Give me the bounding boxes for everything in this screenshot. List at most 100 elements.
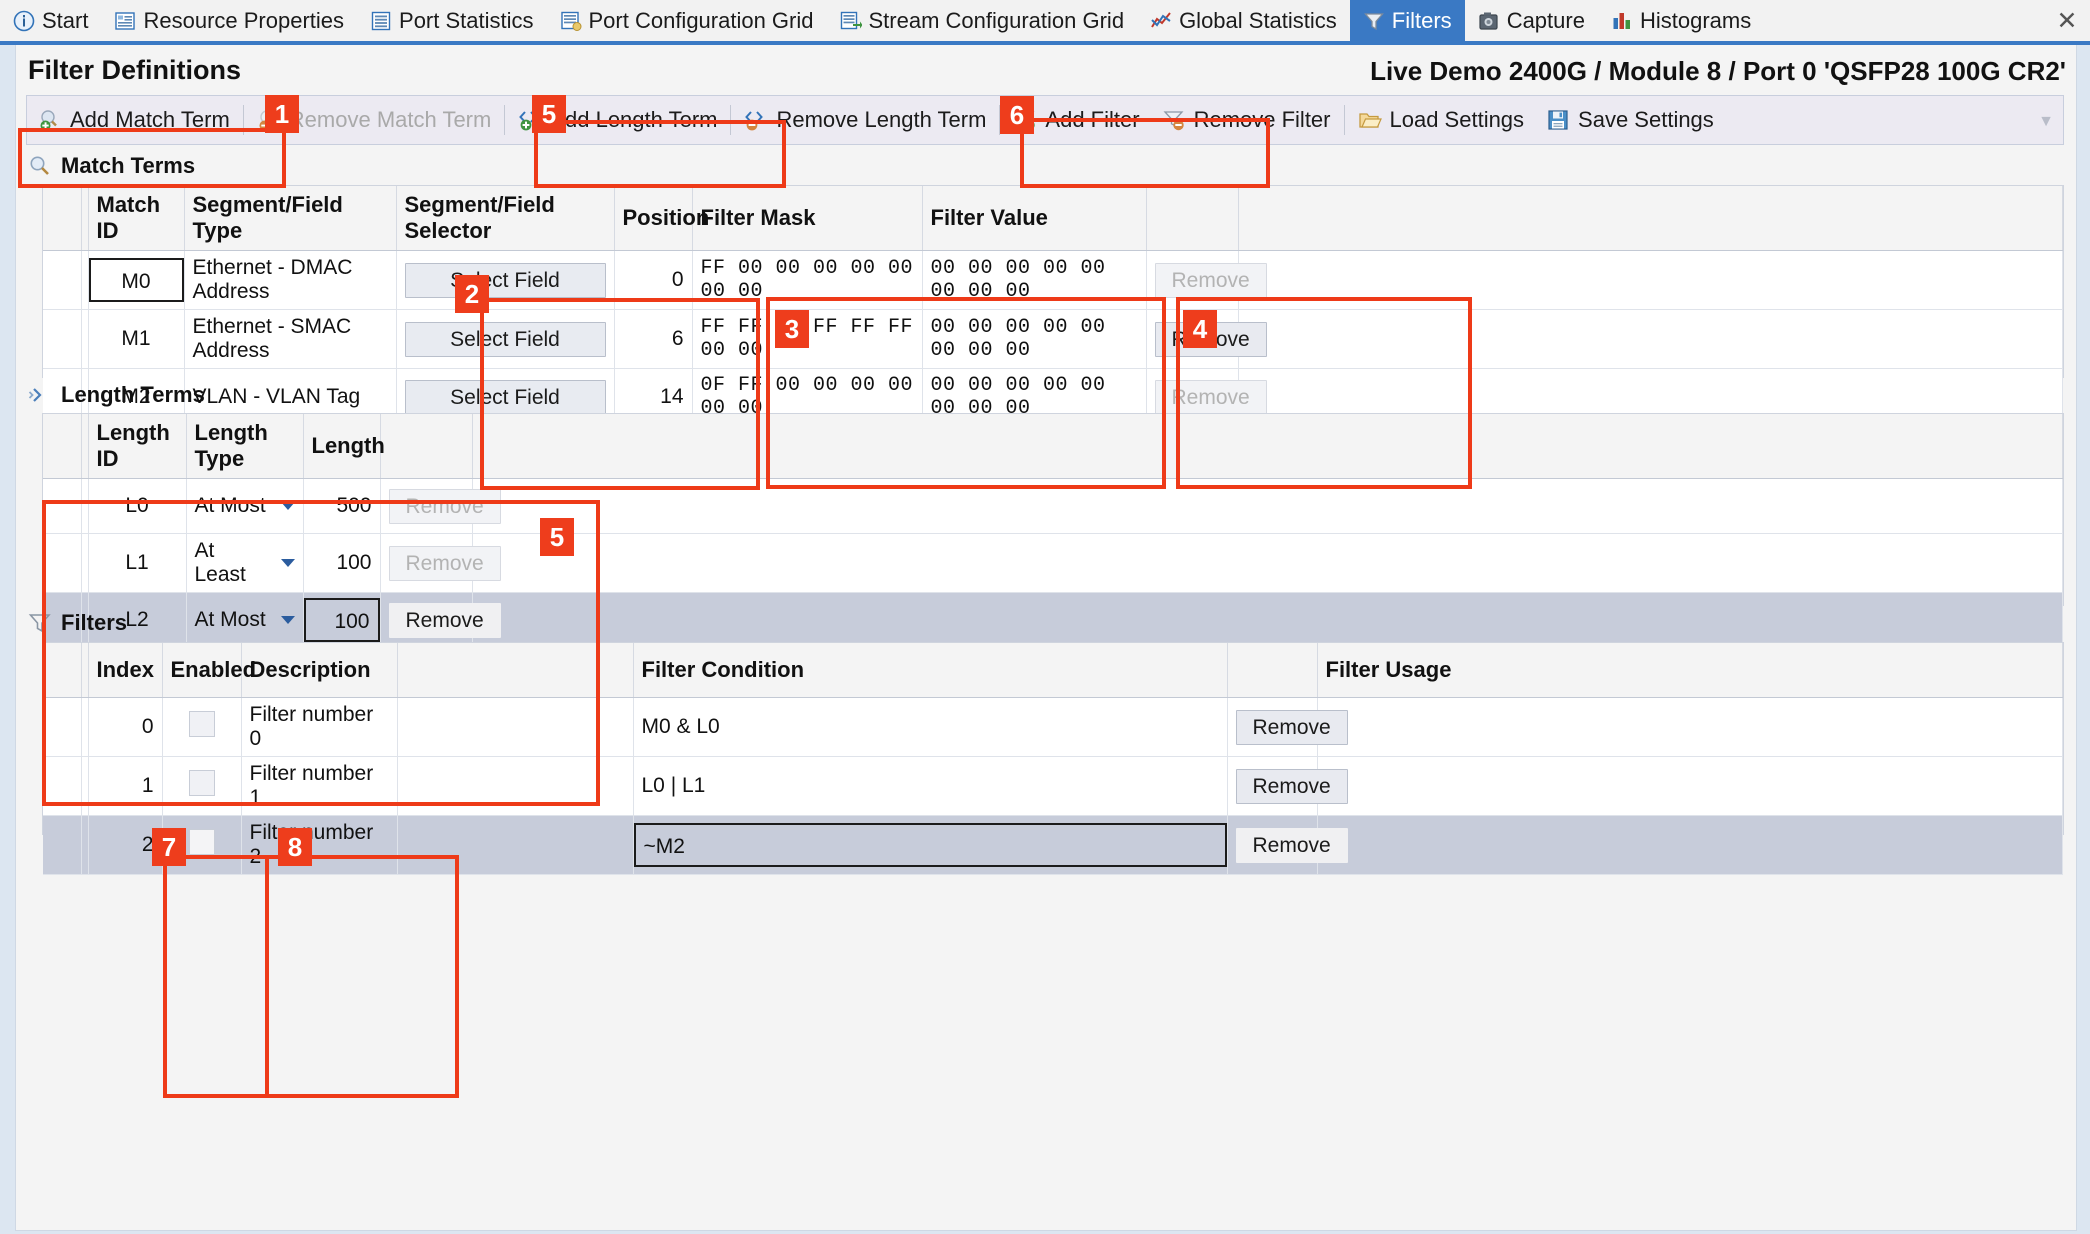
remove-match-term-button[interactable]: Remove Match Term (246, 97, 503, 143)
col-length-type[interactable]: Length Type (186, 414, 304, 479)
filter-mask-cell[interactable]: FF 00 00 00 00 00 00 00 (692, 250, 923, 310)
match-id-cell[interactable]: M1 (88, 309, 185, 369)
remove-cell[interactable]: Remove (380, 533, 501, 593)
col-filter-mask[interactable]: Filter Mask (692, 186, 923, 251)
remove-cell[interactable]: Remove (1146, 309, 1267, 369)
col-filter-usage[interactable]: Filter Usage (1317, 643, 2063, 698)
tab-global-statistics[interactable]: Global Statistics (1137, 0, 1350, 41)
remove-length-term-button[interactable]: Remove Length Term (733, 97, 997, 143)
col-length-id[interactable]: Length ID (88, 414, 187, 479)
description-cell[interactable]: Filter number 2 (241, 815, 398, 875)
enabled-checkbox[interactable] (188, 829, 215, 855)
enabled-checkbox[interactable] (188, 711, 215, 737)
col-filter-value[interactable]: Filter Value (922, 186, 1147, 251)
table-row[interactable]: 0 Filter number 0 M0 & L0 Remove (43, 697, 2063, 757)
description-cell[interactable]: Filter number 0 (241, 697, 398, 757)
remove-filter-row-button[interactable]: Remove (1235, 768, 1348, 804)
length-cell[interactable]: 500 (303, 478, 381, 534)
select-field-cell[interactable]: Select Field (396, 250, 615, 310)
tab-stream-configuration-grid[interactable]: Stream Configuration Grid (827, 0, 1138, 41)
remove-cell[interactable]: Remove (1227, 697, 1348, 757)
col-enabled[interactable]: Enabled (162, 643, 256, 698)
add-length-term-button[interactable]: Add Length Term (507, 97, 728, 143)
index-cell[interactable]: 0 (88, 697, 163, 757)
length-id-cell[interactable]: L0 (88, 478, 187, 534)
save-settings-button[interactable]: Save Settings (1535, 97, 1725, 143)
tab-port-statistics[interactable]: Port Statistics (357, 0, 546, 41)
enabled-cell[interactable] (162, 756, 242, 816)
row-selector[interactable] (43, 478, 82, 534)
index-cell[interactable]: 1 (88, 756, 163, 816)
filter-condition-cell[interactable]: ~M2 (633, 815, 1228, 875)
row-selector[interactable] (43, 815, 82, 875)
filter-value-cell[interactable]: 00 00 00 00 00 00 00 00 (922, 250, 1147, 310)
add-filter-button[interactable]: Add Filter (1002, 97, 1150, 143)
description-cell[interactable]: Filter number 1 (241, 756, 398, 816)
close-icon[interactable]: ✕ (2044, 0, 2090, 41)
length-terms-section-header[interactable]: Length Terms (28, 378, 728, 412)
chevron-down-icon[interactable] (280, 502, 295, 510)
remove-cell[interactable]: Remove (1146, 250, 1267, 310)
table-row[interactable]: L0 At Most 500 Remove (43, 478, 2063, 534)
table-row[interactable]: M0 Ethernet - DMAC Address Select Field … (43, 250, 2063, 310)
tab-port-configuration-grid[interactable]: Port Configuration Grid (547, 0, 827, 41)
filter-usage-cell[interactable] (1317, 756, 2063, 816)
row-selector[interactable] (43, 250, 82, 310)
tab-filters[interactable]: Filters (1349, 0, 1465, 41)
remove-filter-row-button[interactable]: Remove (1235, 709, 1348, 745)
tab-resource-properties[interactable]: Resource Properties (101, 0, 357, 41)
row-selector[interactable] (43, 756, 82, 816)
select-field-button[interactable]: Select Field (404, 321, 606, 357)
expander-icon[interactable] (28, 383, 52, 407)
row-selector[interactable] (43, 309, 82, 369)
col-filter-condition[interactable]: Filter Condition (633, 643, 1228, 698)
remove-match-term-row-button[interactable]: Remove (1154, 321, 1267, 357)
field-type-cell[interactable]: Ethernet - DMAC Address (184, 250, 397, 310)
col-length[interactable]: Length (303, 414, 385, 479)
add-match-term-button[interactable]: Add Match Term (27, 97, 241, 143)
tab-capture[interactable]: Capture (1465, 0, 1598, 41)
remove-cell[interactable]: Remove (380, 478, 501, 534)
length-type-cell[interactable]: At Least (186, 533, 304, 593)
remove-match-term-row-button[interactable]: Remove (1154, 262, 1267, 298)
select-field-cell[interactable]: Select Field (396, 309, 615, 369)
row-selector[interactable] (43, 533, 82, 593)
table-row[interactable]: L1 At Least 100 Remove (43, 533, 2063, 593)
enabled-checkbox[interactable] (188, 770, 215, 796)
remove-filter-row-button[interactable]: Remove (1235, 827, 1348, 863)
table-row[interactable]: 1 Filter number 1 L0 | L1 Remove (43, 756, 2063, 816)
position-cell[interactable]: 0 (614, 250, 693, 310)
select-field-button[interactable]: Select Field (404, 262, 606, 298)
toolbar-overflow-icon[interactable]: ▼ (2038, 113, 2054, 131)
chevron-down-icon[interactable] (280, 559, 295, 567)
load-settings-button[interactable]: Load Settings (1347, 97, 1536, 143)
length-cell[interactable]: 100 (303, 533, 381, 593)
filter-mask-cell[interactable]: FF FF FF FF FF FF 00 00 (692, 309, 923, 369)
col-segment-field-type[interactable]: Segment/Field Type (184, 186, 397, 251)
filter-usage-cell[interactable] (1317, 697, 2063, 757)
remove-length-term-row-button[interactable]: Remove (388, 488, 501, 524)
col-segment-field-selector[interactable]: Segment/Field Selector (396, 186, 615, 251)
match-id-cell[interactable]: M0 (88, 250, 185, 310)
index-cell[interactable]: 2 (88, 815, 163, 875)
remove-cell[interactable]: Remove (1227, 756, 1348, 816)
filter-condition-cell[interactable]: M0 & L0 (633, 697, 1228, 757)
position-cell[interactable]: 6 (614, 309, 693, 369)
col-index[interactable]: Index (88, 643, 163, 698)
enabled-cell[interactable] (162, 815, 242, 875)
filter-condition-editor[interactable]: ~M2 (633, 823, 1227, 867)
remove-match-term-row-button[interactable]: Remove (1154, 379, 1267, 415)
remove-length-term-row-button[interactable]: Remove (388, 545, 501, 581)
table-row[interactable]: 2 Filter number 2 ~M2 Remove (43, 815, 2063, 875)
col-match-id[interactable]: Match ID (88, 186, 185, 251)
tab-histograms[interactable]: Histograms (1598, 0, 1764, 41)
enabled-cell[interactable] (162, 697, 242, 757)
tab-start[interactable]: Start (0, 0, 101, 41)
length-type-cell[interactable]: At Most (186, 478, 304, 534)
filter-usage-cell[interactable] (1317, 815, 2063, 875)
remove-filter-button[interactable]: Remove Filter (1151, 97, 1342, 143)
table-row[interactable]: M1 Ethernet - SMAC Address Select Field … (43, 309, 2063, 369)
remove-cell[interactable]: Remove (1227, 815, 1348, 875)
filter-value-cell[interactable]: 00 00 00 00 00 00 00 00 (922, 309, 1147, 369)
row-selector[interactable] (43, 697, 82, 757)
